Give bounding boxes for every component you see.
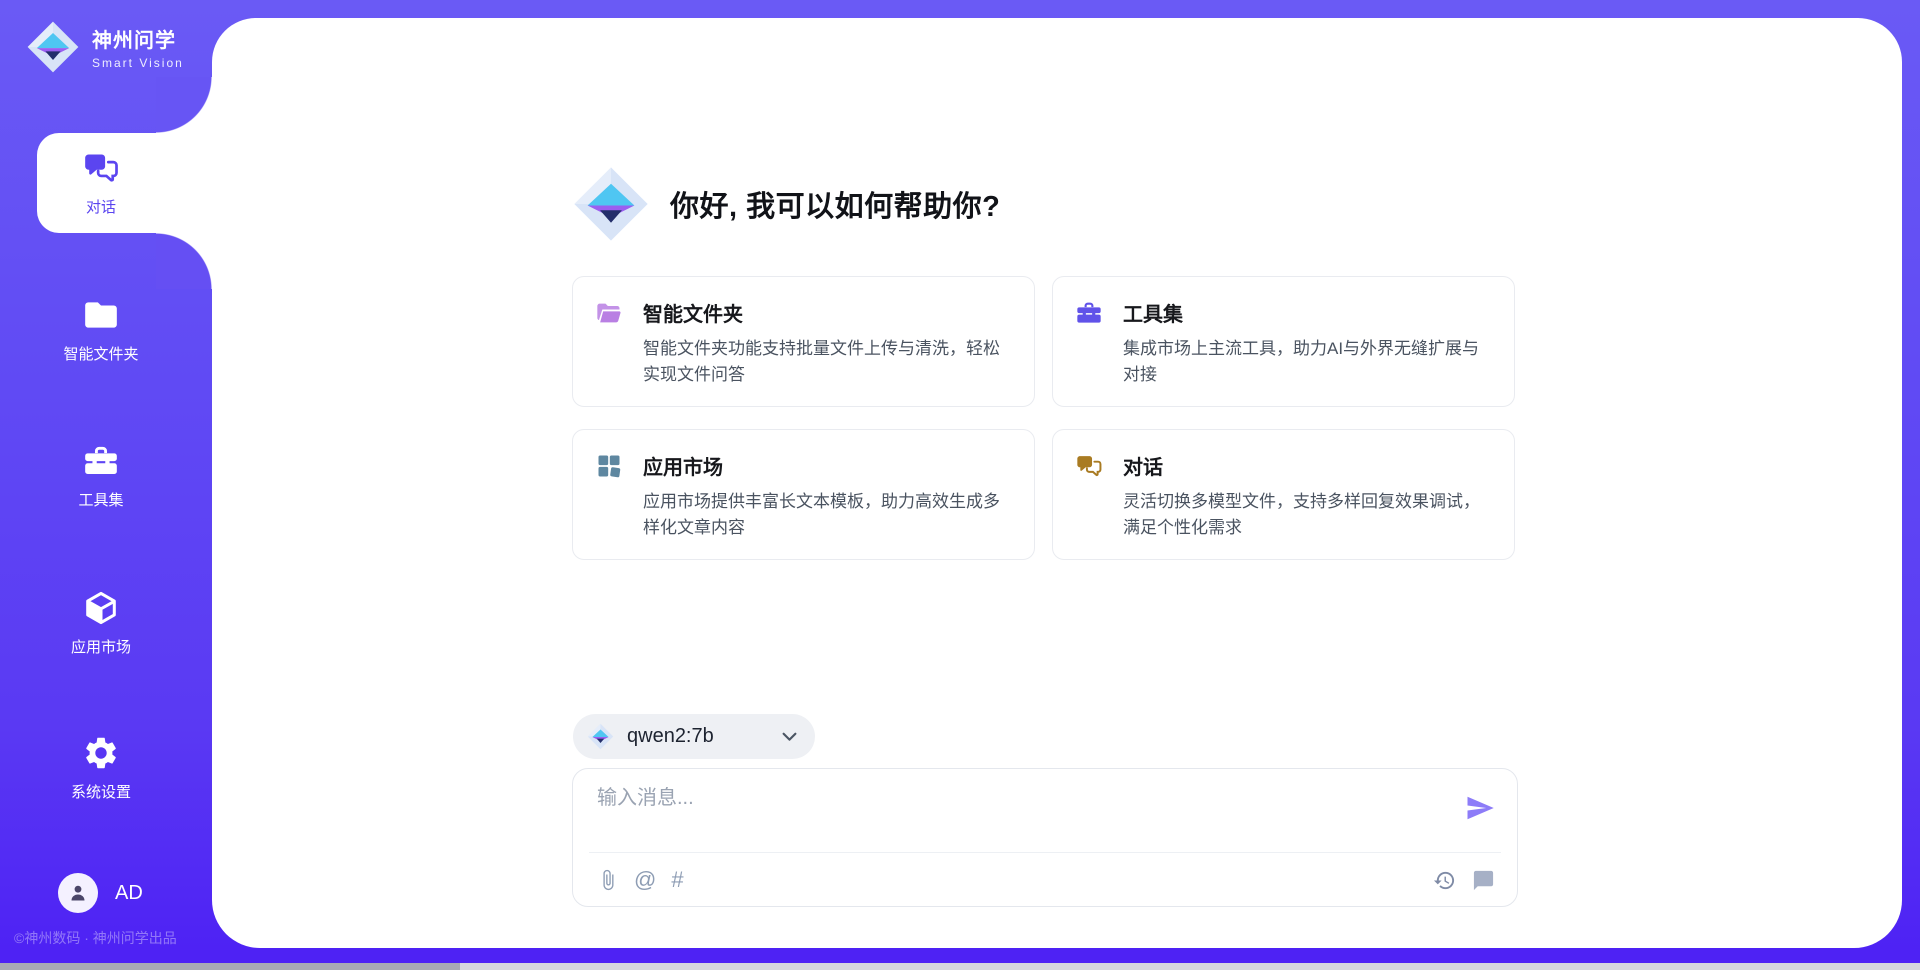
- message-composer: @ #: [572, 768, 1518, 907]
- greeting-row: 你好, 我可以如何帮助你?: [572, 165, 1000, 243]
- sidebar: 神州问学 Smart Vision 对话 智能文件夹 工具集 应用市场 系统设置: [0, 0, 212, 970]
- card-description: 应用市场提供丰富长文本模板，助力高效生成多样化文章内容: [643, 489, 1010, 541]
- composer-tools: @ #: [597, 869, 684, 891]
- history-icon[interactable]: [1433, 869, 1456, 892]
- folder-icon: [82, 296, 120, 334]
- mention-icon[interactable]: @: [634, 869, 656, 891]
- card-toolset[interactable]: 工具集 集成市场上主流工具，助力AI与外界无缝扩展与对接: [1052, 276, 1515, 407]
- copyright-footer: ©神州数码 · 神州问学出品: [14, 928, 204, 948]
- cube-icon: [82, 589, 120, 627]
- brand-logo-icon: [26, 20, 80, 74]
- user-name: AD: [115, 882, 143, 905]
- attachment-icon[interactable]: [597, 869, 619, 891]
- user-account[interactable]: AD: [58, 873, 143, 913]
- model-logo-icon: [587, 723, 614, 750]
- composer-actions: [1433, 869, 1495, 892]
- sidebar-item-chat[interactable]: 对话: [16, 149, 186, 217]
- sidebar-item-settings[interactable]: 系统设置: [16, 734, 186, 802]
- main-panel: 你好, 我可以如何帮助你? 智能文件夹 智能文件夹功能支持批量文件上传与清洗，轻…: [212, 18, 1902, 948]
- card-smart-folder[interactable]: 智能文件夹 智能文件夹功能支持批量文件上传与清洗，轻松实现文件问答: [572, 276, 1035, 407]
- sidebar-item-toolset[interactable]: 工具集: [16, 442, 186, 510]
- model-selector[interactable]: qwen2:7b: [573, 714, 815, 759]
- card-chat[interactable]: 对话 灵活切换多模型文件，支持多样回复效果调试，满足个性化需求: [1052, 429, 1515, 560]
- chevron-down-icon: [782, 732, 797, 742]
- sidebar-item-label: 对话: [86, 196, 116, 217]
- avatar: [58, 873, 98, 913]
- brand-name: 神州问学: [92, 24, 184, 53]
- card-title: 应用市场: [643, 451, 1010, 480]
- hash-icon[interactable]: #: [671, 869, 683, 891]
- brand-subtitle: Smart Vision: [92, 56, 184, 70]
- card-title: 智能文件夹: [643, 298, 1010, 327]
- card-description: 灵活切换多模型文件，支持多样回复效果调试，满足个性化需求: [1123, 489, 1490, 541]
- card-app-market[interactable]: 应用市场 应用市场提供丰富长文本模板，助力高效生成多样化文章内容: [572, 429, 1035, 560]
- scrollbar-thumb[interactable]: [0, 963, 460, 970]
- feature-cards: 智能文件夹 智能文件夹功能支持批量文件上传与清洗，轻松实现文件问答 工具集 集成…: [572, 276, 1518, 560]
- model-name: qwen2:7b: [627, 725, 769, 748]
- sidebar-item-label: 应用市场: [71, 636, 131, 657]
- chat-icon: [82, 149, 120, 187]
- sidebar-item-label: 工具集: [78, 489, 123, 510]
- toolbox-icon: [1075, 299, 1103, 327]
- sidebar-item-label: 系统设置: [71, 781, 131, 802]
- toolbox-icon: [82, 442, 120, 480]
- brand: 神州问学 Smart Vision: [26, 20, 184, 74]
- folder-open-icon: [595, 299, 623, 327]
- horizontal-scrollbar[interactable]: [0, 963, 1920, 970]
- sidebar-item-smart-folder[interactable]: 智能文件夹: [16, 296, 186, 364]
- card-description: 智能文件夹功能支持批量文件上传与清洗，轻松实现文件问答: [643, 336, 1010, 388]
- send-icon[interactable]: [1465, 793, 1495, 823]
- message-input[interactable]: [597, 787, 1447, 810]
- chat-icon: [1075, 452, 1103, 480]
- greeting-title: 你好, 我可以如何帮助你?: [670, 183, 1000, 225]
- card-title: 对话: [1123, 451, 1490, 480]
- card-description: 集成市场上主流工具，助力AI与外界无缝扩展与对接: [1123, 336, 1490, 388]
- grid-icon: [595, 452, 623, 480]
- card-title: 工具集: [1123, 298, 1490, 327]
- sidebar-item-label: 智能文件夹: [63, 343, 138, 364]
- sidebar-item-app-market[interactable]: 应用市场: [16, 589, 186, 657]
- gear-icon: [82, 734, 120, 772]
- brand-diamond-icon: [572, 165, 650, 243]
- app-window: 你好, 我可以如何帮助你? 智能文件夹 智能文件夹功能支持批量文件上传与清洗，轻…: [0, 0, 1920, 970]
- person-icon: [66, 881, 90, 905]
- composer-divider: [589, 852, 1501, 853]
- quick-phrase-icon[interactable]: [1472, 869, 1495, 892]
